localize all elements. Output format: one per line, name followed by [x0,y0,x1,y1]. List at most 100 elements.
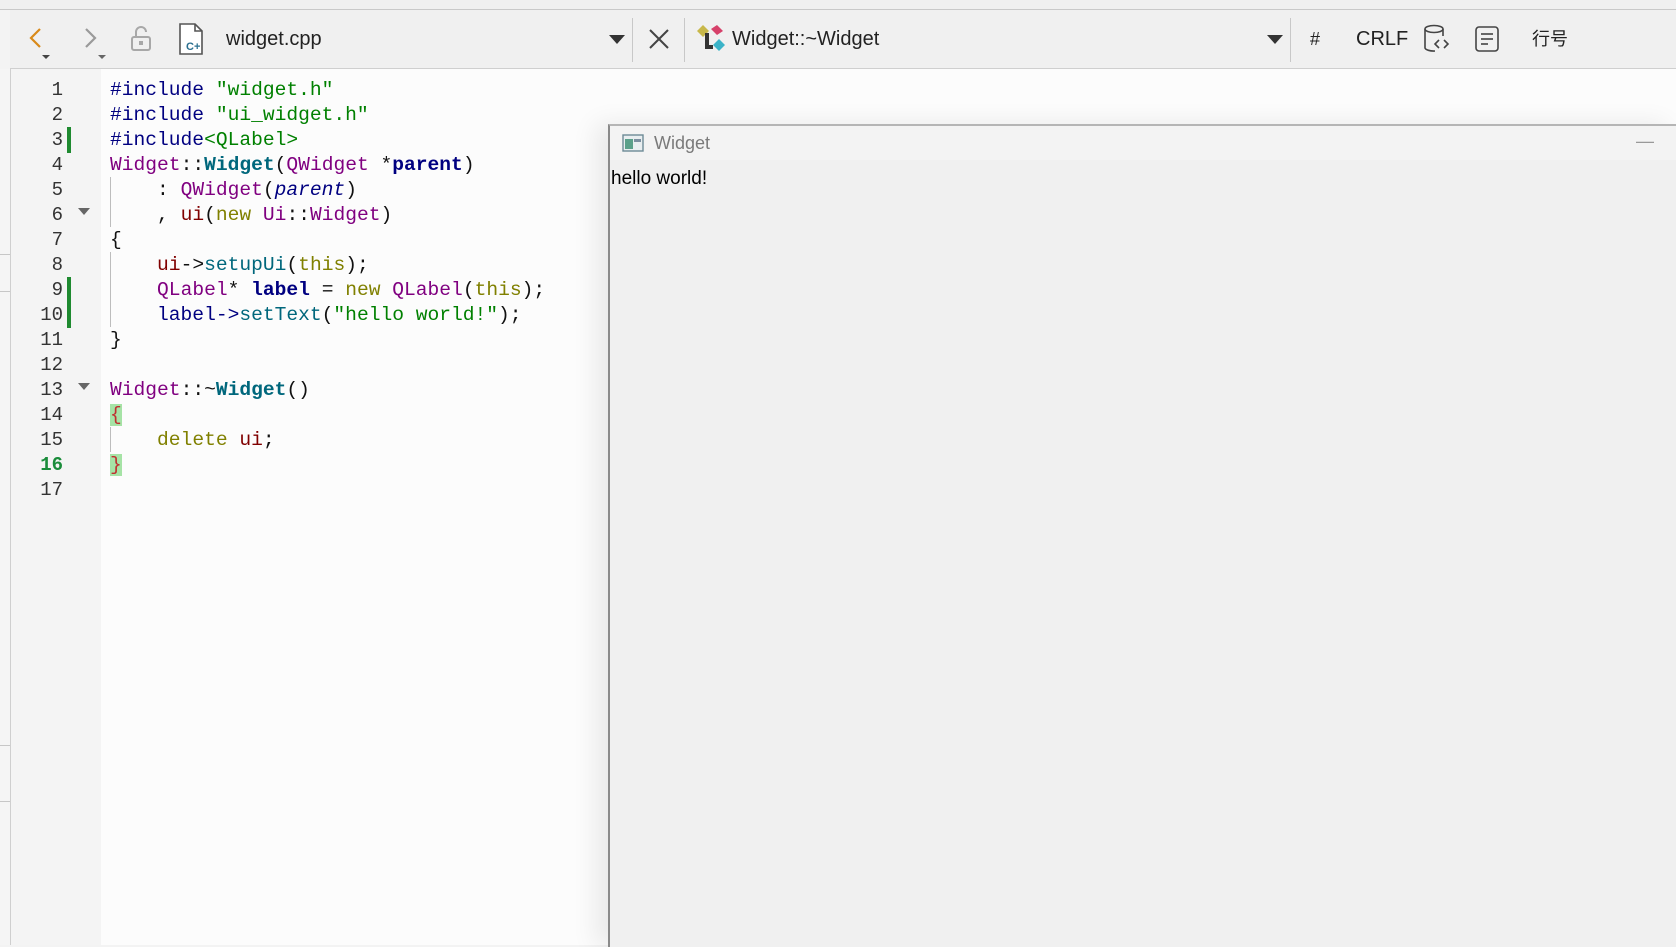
cpp-file-icon: C+ [179,23,203,55]
code-token: QWidget [180,179,263,201]
matched-brace: } [110,454,122,476]
code-line: , ui(new Ui::Widget) [110,202,392,228]
code-token: new [345,279,381,301]
fold-toggle[interactable] [78,208,90,215]
line-number: 7 [51,229,63,251]
toolbar-separator [632,18,633,62]
code-token: QWidget [286,154,369,176]
code-line: label->setText("hello world!"); [110,302,522,328]
code-token: label-> [110,304,240,326]
code-token: ) [462,154,475,176]
code-token: :: [180,154,205,176]
code-token: QLabel [392,279,463,301]
app-window-title: Widget [654,133,711,153]
code-token: "widget.h" [215,79,334,101]
code-token: ) [380,204,393,226]
code-token: -> [180,254,205,276]
code-token: , [110,204,181,226]
file-dropdown-button[interactable] [604,10,630,68]
code-token: ( [286,254,299,276]
code-token: ); [521,279,546,301]
toolbar-separator [1290,18,1291,62]
code-token: :: [286,204,310,226]
line-number: 17 [40,479,63,501]
matched-brace: { [110,404,122,426]
change-marker [67,277,71,303]
strip-divider [0,745,10,746]
line-number: 9 [51,279,63,301]
line-number: 2 [51,104,63,126]
line-ending-button[interactable]: CRLF [1356,10,1408,68]
code-line: : QWidget(parent) [110,177,357,203]
function-name[interactable]: Widget::~Widget [732,10,879,68]
line-number: 1 [51,79,63,101]
line-number: 11 [40,329,63,351]
close-file-button[interactable] [642,10,676,68]
window-top-border [0,0,1676,10]
toolbar-separator [684,18,685,62]
code-token: * [368,154,393,176]
line-number: 15 [40,429,63,451]
editor-toolbar: C+ widget.cpp Widget::~Widget # CRLF 行号 [10,10,1676,69]
line-number-button[interactable]: 行号 [1532,10,1568,68]
forward-button[interactable] [76,10,110,68]
code-line: Widget::Widget(QWidget *parent) [110,152,475,178]
back-button[interactable] [22,10,56,68]
code-line: Widget::~Widget() [110,377,310,403]
code-token: ::~ [180,379,216,401]
code-line: ui->setupUi(this); [110,252,369,278]
code-line: #include<QLabel> [110,127,298,153]
outline-button[interactable] [1470,10,1504,68]
minimize-button[interactable]: — [1636,126,1654,160]
code-token: #include [110,79,216,101]
left-side-strip [0,69,11,945]
line-number: 12 [40,354,63,376]
code-token: Widget [309,204,381,226]
split-view-icon [1424,24,1450,52]
app-window[interactable]: Widget — hello world! [608,124,1676,947]
code-token: () [286,379,310,401]
code-token: Widget [204,154,275,176]
change-marker [67,302,71,328]
code-token: label [251,279,310,301]
app-icon [622,134,644,152]
symbol-indicator [694,10,728,68]
code-token: this [474,279,522,301]
code-token: ui [157,254,181,276]
function-dropdown-button[interactable] [1262,10,1288,68]
code-token: = [309,279,346,301]
code-token: parent [274,179,346,201]
fold-toggle[interactable] [78,383,90,390]
line-number: 14 [40,404,63,426]
line-number: 10 [40,304,63,326]
code-token: QLabel [157,279,228,301]
code-token: <QLabel> [204,129,299,151]
class-symbol-icon [697,25,725,51]
app-window-titlebar[interactable]: Widget — [610,126,1676,160]
line-number: 6 [51,204,63,226]
code-line: } [110,452,122,478]
line-number: 3 [51,129,63,151]
outline-icon [1475,26,1499,52]
file-name[interactable]: widget.cpp [226,10,322,68]
code-token: this [298,254,346,276]
code-token: ( [321,304,334,326]
close-icon [649,29,669,49]
file-type-indicator: C+ [174,10,208,68]
code-token: delete [157,429,228,451]
dropdown-arrow-icon [609,35,625,44]
split-view-button[interactable] [1420,10,1454,68]
lock-button[interactable] [124,10,158,68]
code-token: setText [239,304,322,326]
hash-button[interactable]: # [1310,10,1320,68]
code-token: ui [180,204,205,226]
code-token: ( [262,179,275,201]
code-token: ); [345,254,369,276]
code-token: { [110,229,122,251]
code-token: ui [239,429,263,451]
code-line: QLabel* label = new QLabel(this); [110,277,545,303]
